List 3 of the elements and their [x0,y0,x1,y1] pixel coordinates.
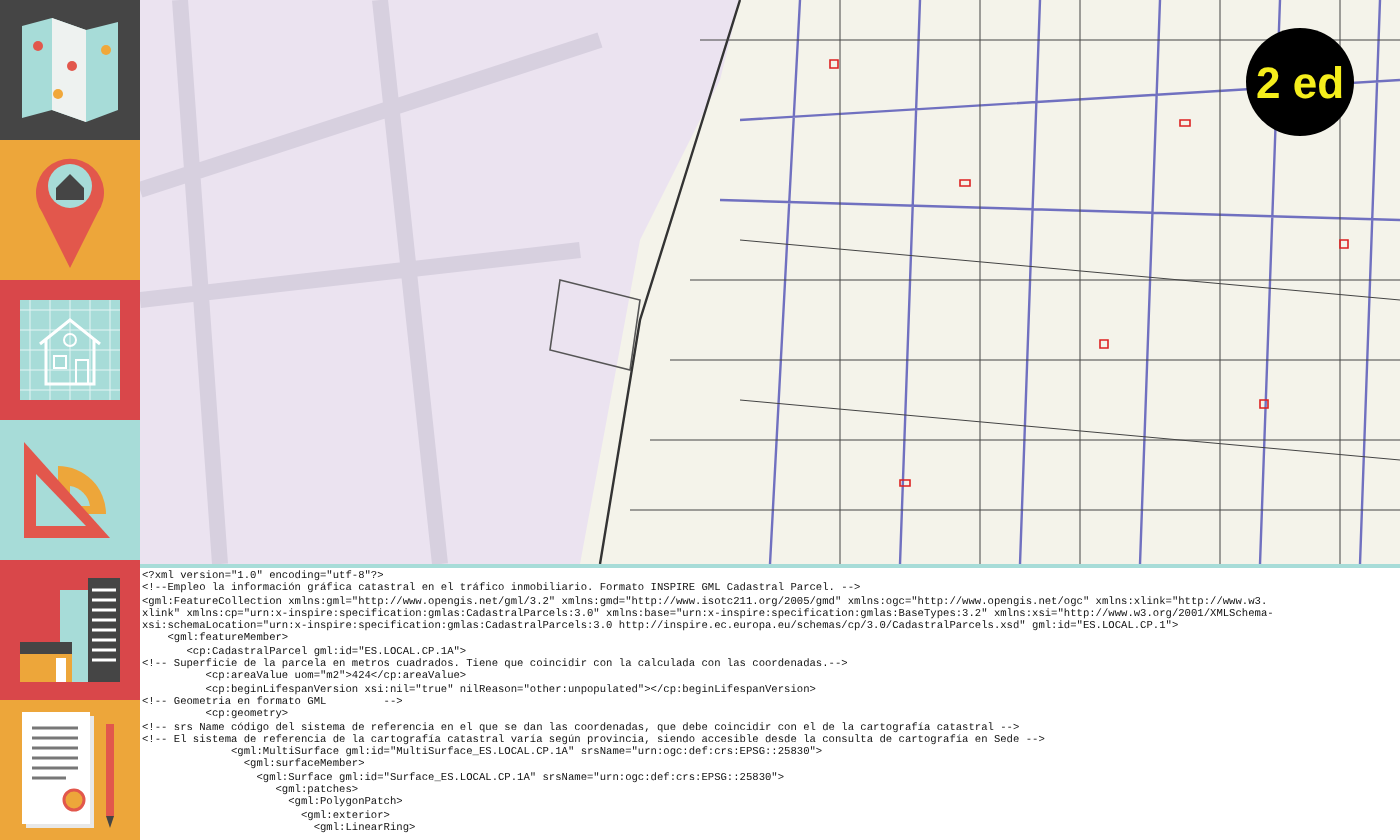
folded-map-icon [18,18,122,122]
house-blueprint-icon [20,300,120,400]
buildings-icon [16,574,124,686]
